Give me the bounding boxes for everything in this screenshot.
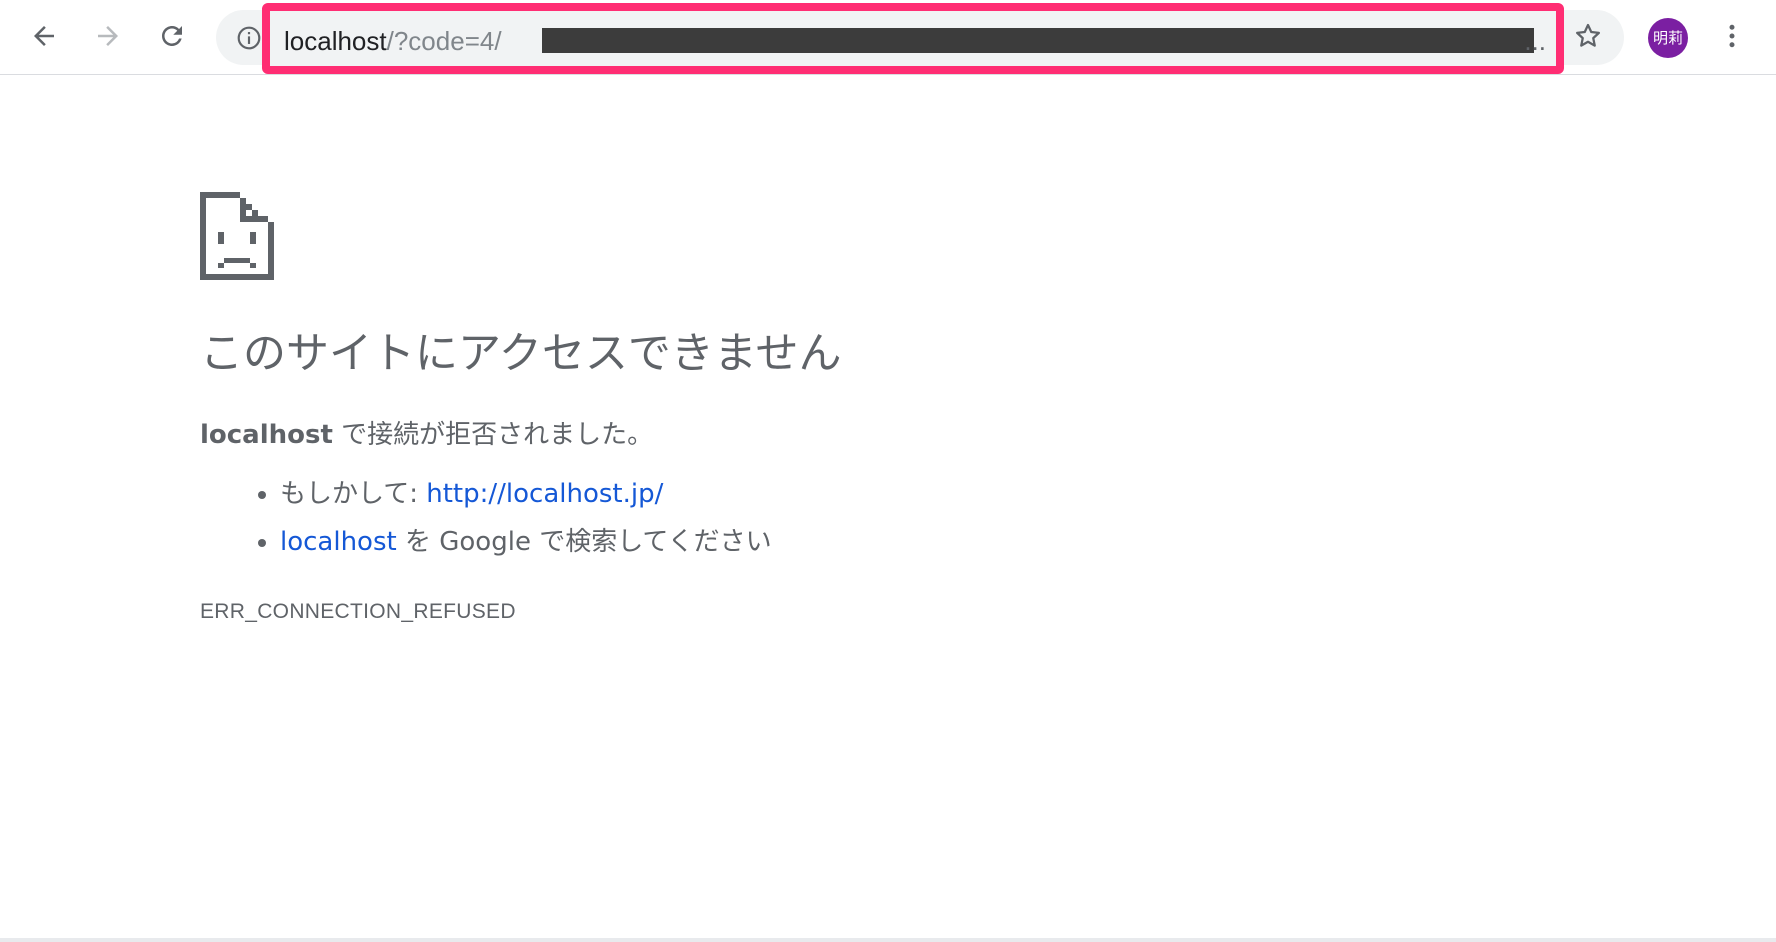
url-ellipsis: ... [1524, 26, 1546, 56]
bookmark-button[interactable] [1562, 10, 1614, 62]
sad-page-icon [200, 192, 274, 280]
suggestion-item: localhost を Google で検索してください [280, 518, 1500, 566]
search-google-link[interactable]: localhost [280, 527, 397, 557]
arrow-right-icon [98, 26, 118, 46]
suggestion-prefix: もしかして: [280, 479, 427, 509]
back-button[interactable] [18, 10, 70, 62]
url-text[interactable]: localhost/?code=4/ [284, 21, 502, 61]
error-host: localhost [200, 420, 333, 450]
error-message-text: で接続が拒否されました。 [332, 420, 654, 450]
reload-button[interactable] [146, 10, 198, 62]
url-host: localhost [284, 26, 387, 56]
browser-toolbar: localhost/?code=4/ ... 明莉 [0, 0, 1776, 75]
vertical-dots-icon [1729, 24, 1735, 48]
arrow-left-icon [34, 26, 54, 46]
url-redaction [542, 28, 1534, 53]
suggestion-suffix: を Google で検索してください [396, 527, 772, 557]
url-path: /?code=4/ [386, 26, 502, 56]
suggestion-item: もしかして: http://localhost.jp/ [280, 470, 1500, 518]
menu-button[interactable] [1706, 10, 1758, 62]
error-heading: このサイトにアクセスできません [200, 329, 842, 379]
error-message: localhost で接続が拒否されました。 [200, 418, 1500, 452]
profile-avatar[interactable]: 明莉 [1648, 18, 1688, 58]
reload-icon [162, 26, 182, 46]
info-icon[interactable] [236, 25, 262, 51]
url-highlight-box[interactable]: localhost/?code=4/ ... [262, 3, 1564, 74]
suggested-url-link[interactable]: http://localhost.jp/ [426, 479, 663, 509]
star-icon [1576, 23, 1600, 47]
window-bottom-edge [0, 938, 1776, 942]
suggestions-list: もしかして: http://localhost.jp/ localhost を … [200, 470, 1500, 566]
error-code: ERR_CONNECTION_REFUSED [200, 600, 516, 623]
forward-button[interactable] [82, 10, 134, 62]
error-page: このサイトにアクセスできません localhost で接続が拒否されました。 も… [200, 192, 1500, 624]
